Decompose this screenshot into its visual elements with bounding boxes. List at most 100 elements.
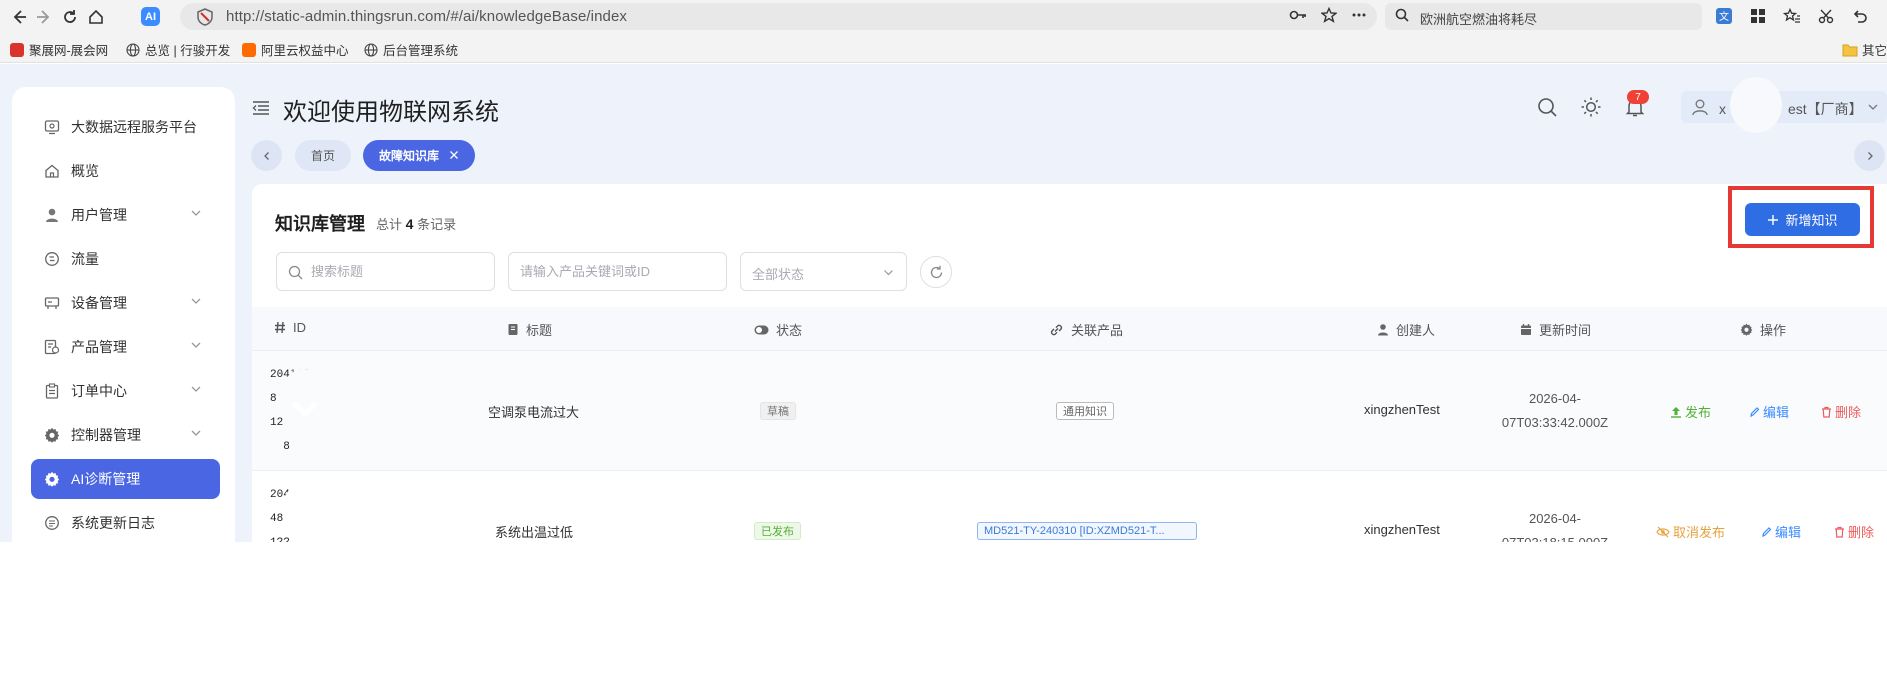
product-tag: 通用知识 [1056, 402, 1114, 420]
chevron-down-icon [191, 342, 201, 348]
more-icon[interactable] [1351, 7, 1367, 27]
chevron-down-icon [1868, 104, 1878, 110]
column-header-creator[interactable]: 创建人 [1377, 320, 1435, 339]
gear-icon [44, 427, 60, 443]
unpublish-button[interactable]: 取消发布 [1656, 522, 1725, 541]
status-select[interactable]: 全部状态 [740, 252, 907, 291]
tab-home[interactable]: 首页 [295, 140, 351, 171]
tab-knowledge-base[interactable]: 故障知识库 [363, 140, 475, 171]
sidebar-item-overview[interactable]: 概览 [31, 151, 220, 191]
refresh-button[interactable] [920, 256, 952, 288]
globe-icon [126, 42, 140, 57]
calendar-icon [1521, 324, 1531, 335]
edit-button[interactable]: 编辑 [1761, 522, 1801, 541]
chevron-down-icon [884, 270, 893, 276]
row-title[interactable]: 系统出温过低 [495, 522, 573, 541]
address-bar[interactable]: http://static-admin.thingsrun.com/#/ai/k… [180, 3, 1377, 30]
sidebar-item-changelog[interactable]: 系统更新日志 [31, 503, 220, 543]
tabs-scroll-right-button[interactable] [1854, 140, 1885, 171]
column-header-status[interactable]: 状态 [754, 320, 802, 339]
bookmark-folder[interactable]: 其它 [1842, 40, 1887, 59]
chevron-down-icon [292, 401, 318, 418]
home-icon [45, 164, 59, 178]
sidebar-item-controllers[interactable]: 控制器管理 [31, 415, 220, 455]
knowledge-base-card: 知识库管理 总计 4 条记录 新增知识 全部状态 ID 标题 状态 [252, 184, 1887, 551]
translate-icon[interactable]: 文 [1714, 6, 1734, 26]
column-header-title[interactable]: 标题 [507, 320, 552, 339]
browser-extensions: 文 [1714, 6, 1870, 26]
user-avatar-icon [1692, 99, 1708, 116]
bookmark-item[interactable]: 聚展网-展会网 [10, 40, 108, 59]
sidebar-item-bigdata-platform[interactable]: 大数据远程服务平台 [31, 107, 220, 147]
flow-icon [45, 252, 59, 266]
column-header-id[interactable]: ID [274, 320, 306, 335]
search-icon[interactable] [1536, 96, 1558, 118]
security-warning-icon[interactable] [196, 8, 214, 26]
column-header-actions[interactable]: 操作 [1740, 320, 1786, 339]
chevron-right-icon [1867, 151, 1873, 160]
url-text[interactable]: http://static-admin.thingsrun.com/#/ai/k… [226, 8, 627, 25]
status-badge: 已发布 [754, 522, 801, 540]
status-badge: 草稿 [760, 402, 796, 420]
home-icon[interactable] [85, 6, 107, 28]
user-menu[interactable]: x est【厂商】 [1681, 77, 1887, 133]
key-icon[interactable] [1289, 7, 1307, 27]
product-tag[interactable]: MD521-TY-240310 [ID:XZMD521-T... [977, 522, 1197, 540]
title-search-input[interactable] [277, 253, 494, 290]
add-knowledge-button[interactable]: 新增知识 [1745, 203, 1860, 236]
browser-search-bar[interactable]: 欧洲航空燃油将耗尽 [1385, 3, 1702, 30]
bookmark-item[interactable]: 总览 | 行骏开发 [126, 40, 230, 59]
edit-icon [1750, 406, 1760, 417]
theme-sun-icon[interactable] [1580, 96, 1602, 118]
bookmark-item[interactable]: 阿里云权益中心 [242, 40, 349, 59]
reload-icon[interactable] [59, 6, 81, 28]
chevron-down-icon [191, 210, 201, 216]
row-creator: xingzhenTest [1364, 522, 1440, 537]
apps-grid-icon[interactable] [1748, 6, 1768, 26]
menu-collapse-icon[interactable] [252, 100, 270, 116]
sidebar-item-orders[interactable]: 订单中心 [31, 371, 220, 411]
undo-icon[interactable] [1850, 6, 1870, 26]
link-icon [1050, 324, 1063, 335]
sidebar: 大数据远程服务平台 概览 用户管理 流量 设备管理 产品管理 订单中心 控制器管… [12, 87, 235, 547]
sidebar-item-traffic[interactable]: 流量 [31, 239, 220, 279]
sidebar-item-devices[interactable]: 设备管理 [31, 283, 220, 323]
scissors-icon[interactable] [1816, 6, 1836, 26]
star-icon[interactable] [1320, 6, 1338, 27]
publish-button[interactable]: 发布 [1670, 402, 1711, 421]
product-search-input[interactable] [509, 253, 726, 290]
favorites-icon[interactable] [1782, 6, 1802, 26]
svg-text:文: 文 [1719, 10, 1729, 23]
tabs-scroll-left-button[interactable] [251, 140, 282, 171]
delete-button[interactable]: 删除 [1821, 402, 1861, 421]
sidebar-item-ai-diagnosis[interactable]: AI诊断管理 [31, 459, 220, 499]
edit-button[interactable]: 编辑 [1749, 402, 1789, 421]
upload-icon [1671, 406, 1681, 418]
browser-toolbar: AI http://static-admin.thingsrun.com/#/a… [0, 0, 1887, 33]
globe-icon [364, 42, 378, 57]
user-icon [1378, 324, 1388, 336]
bookmark-item[interactable]: 后台管理系统 [364, 40, 458, 59]
user-icon [46, 208, 58, 222]
gear-icon [1740, 323, 1753, 336]
blank-area [0, 542, 1887, 686]
column-header-product[interactable]: 关联产品 [1049, 320, 1123, 339]
ai-assistant-icon[interactable]: AI [141, 7, 160, 26]
forward-icon[interactable] [33, 6, 55, 28]
search-text[interactable]: 欧洲航空燃油将耗尽 [1420, 9, 1537, 28]
row-title[interactable]: 空调泵电流过大 [488, 402, 579, 421]
redaction-mask [284, 481, 330, 529]
delete-button[interactable]: 删除 [1834, 522, 1874, 541]
sidebar-item-products[interactable]: 产品管理 [31, 327, 220, 367]
back-icon[interactable] [8, 6, 30, 28]
column-header-updated[interactable]: 更新时间 [1520, 320, 1591, 339]
sidebar-item-users[interactable]: 用户管理 [31, 195, 220, 235]
status-select-value: 全部状态 [752, 267, 805, 282]
bookmark-favicon-icon [10, 42, 24, 57]
chevron-down-icon [191, 386, 201, 392]
card-title: 知识库管理 [275, 214, 365, 234]
table-row[interactable]: 204¹²⁵ 8 12 8 空调泵电流过大 草稿 通用知识 xingzhenTe… [252, 351, 1887, 471]
table-row[interactable]: 204 48 1?? 系统出温过低 已发布 MD521-TY-240310 [I… [252, 471, 1887, 551]
close-icon[interactable] [449, 150, 459, 160]
row-updated-time: 2026-04- 07T03:33:42.000Z [1501, 391, 1609, 430]
